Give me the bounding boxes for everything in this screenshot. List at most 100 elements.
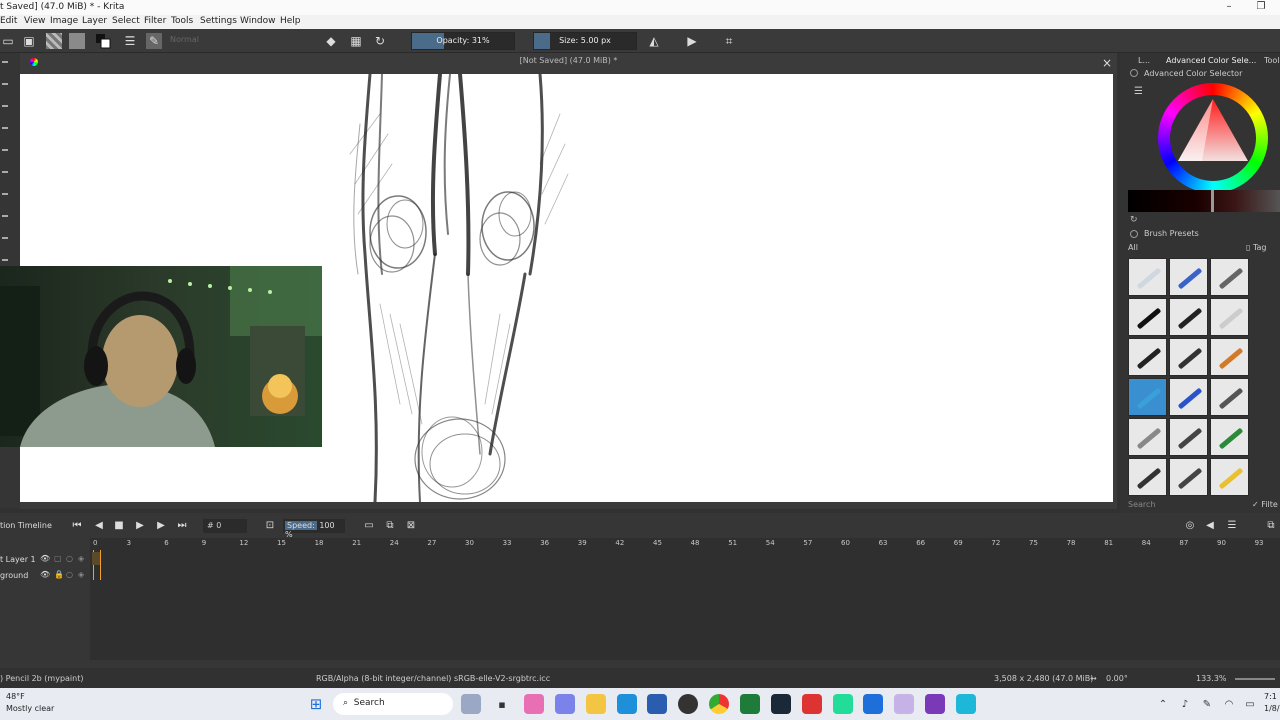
weather-desc[interactable]: Mostly clear	[6, 704, 54, 713]
menu-filter[interactable]: Filter	[144, 16, 166, 26]
current-frame-cell[interactable]	[92, 552, 100, 565]
rotation-icon[interactable]: ↔	[1090, 674, 1097, 683]
brush-preset-item[interactable]	[1128, 338, 1167, 376]
excel-icon[interactable]	[740, 694, 760, 714]
brush-preset-item[interactable]	[1210, 458, 1249, 496]
menu-view[interactable]: View	[24, 16, 45, 26]
brush-preset-item[interactable]	[1210, 298, 1249, 336]
duplicate-frame-icon[interactable]: ⧉	[383, 519, 397, 533]
pattern-icon[interactable]	[69, 33, 85, 49]
tool-icon[interactable]	[2, 215, 8, 217]
pin-icon[interactable]: ◈	[78, 570, 84, 579]
tab-tool[interactable]: Tool	[1264, 56, 1280, 65]
blend-mode-select[interactable]: Normal	[166, 35, 314, 49]
tag-button[interactable]: ▯ Tag	[1246, 243, 1280, 255]
timeline-layer-row[interactable]: t Layer 1 👁 ▢ ○ ◈	[0, 553, 90, 568]
brush-preset-item[interactable]	[1128, 298, 1167, 336]
eye-icon[interactable]: 👁	[40, 554, 50, 563]
tool-icon[interactable]	[2, 171, 8, 173]
minimize-icon[interactable]: –	[1218, 0, 1240, 15]
onion-icon[interactable]: ○	[66, 554, 73, 563]
copilot-icon[interactable]	[524, 694, 544, 714]
next-frame-icon[interactable]: ▶	[154, 519, 168, 533]
timeline-layer-row[interactable]: ground 👁 🔒 ○ ◈	[0, 569, 90, 584]
widget-icon[interactable]	[461, 694, 481, 714]
tab-layers[interactable]: L...	[1138, 56, 1150, 65]
tab-advanced-color[interactable]: Advanced Color Sele...	[1166, 56, 1256, 65]
menu-tools[interactable]: Tools	[171, 16, 193, 26]
open-icon[interactable]: ▭	[0, 33, 16, 49]
brush-preset-item[interactable]	[1169, 338, 1208, 376]
task-view-icon[interactable]: ▪	[492, 694, 512, 714]
lock-icon[interactable]: ▢	[54, 554, 62, 563]
size-slider[interactable]: Size: 5.00 px	[533, 32, 637, 50]
close-icon[interactable]: ×	[1100, 56, 1114, 70]
crop-icon[interactable]: ⌗	[721, 33, 737, 49]
tool-icon[interactable]	[2, 193, 8, 195]
timeline-menu-icon[interactable]: ☰	[1225, 519, 1239, 533]
steam-icon[interactable]	[771, 694, 791, 714]
brush-preset-item[interactable]	[1128, 378, 1167, 416]
brush-preset-item[interactable]	[1210, 338, 1249, 376]
docker-float-icon[interactable]	[1130, 230, 1138, 238]
clock-time[interactable]: 7:1	[1264, 692, 1277, 701]
onion-icon[interactable]: ○	[66, 570, 73, 579]
discord-icon[interactable]	[925, 694, 945, 714]
pen-icon[interactable]: ✎	[1197, 694, 1217, 714]
mirror-vertical-icon[interactable]: ▶	[684, 33, 700, 49]
clear-frame-icon[interactable]: ⊠	[404, 519, 418, 533]
wifi-icon[interactable]: ◠	[1219, 694, 1239, 714]
zoom-slider[interactable]	[1235, 678, 1275, 680]
reload-icon[interactable]: ↻	[372, 33, 388, 49]
tool-icon[interactable]	[2, 61, 8, 63]
color-wheel[interactable]	[1158, 83, 1268, 193]
frames-area[interactable]	[90, 538, 1280, 660]
last-frame-icon[interactable]: ⏭	[175, 519, 189, 533]
tool-icon[interactable]	[2, 83, 8, 85]
tool-icon[interactable]	[2, 105, 8, 107]
brush-preset-item[interactable]	[1169, 458, 1208, 496]
brush-preset-item[interactable]	[1169, 298, 1208, 336]
onion-skin-icon[interactable]: ▭	[362, 519, 376, 533]
tool-icon[interactable]	[2, 127, 8, 129]
color-settings-icon[interactable]: ☰	[1134, 86, 1143, 97]
mirror-horizontal-icon[interactable]: ◭	[646, 33, 662, 49]
krita-icon[interactable]	[894, 694, 914, 714]
windows-start-icon[interactable]: ⊞	[306, 694, 326, 714]
menu-settings[interactable]: Settings	[200, 16, 237, 26]
save-icon[interactable]: ▣	[21, 33, 37, 49]
brush-preset-item[interactable]	[1128, 258, 1167, 296]
tool-icon[interactable]	[2, 149, 8, 151]
weather-temp[interactable]: 48°F	[6, 692, 25, 701]
dell-icon[interactable]	[678, 694, 698, 714]
brush-filter-select[interactable]: All	[1128, 243, 1228, 255]
brush-preset-item[interactable]	[1210, 258, 1249, 296]
play-icon[interactable]: ▶	[133, 519, 147, 533]
color-history-bar[interactable]	[1128, 190, 1280, 212]
brush-preset-item[interactable]	[1169, 378, 1208, 416]
teams-icon[interactable]	[555, 694, 575, 714]
brush-settings-icon[interactable]: ☰	[122, 33, 138, 49]
battery-icon[interactable]: ▭	[1240, 694, 1260, 714]
brush-preset-item[interactable]	[1210, 418, 1249, 456]
color-triangle[interactable]	[1172, 97, 1254, 179]
app-icon[interactable]	[956, 694, 976, 714]
brush-search-input[interactable]: Search	[1128, 500, 1248, 510]
gradient-icon[interactable]	[46, 33, 62, 49]
docker-float-icon[interactable]	[1130, 69, 1138, 77]
color-swap-icon[interactable]	[95, 33, 111, 49]
menu-select[interactable]: Select	[112, 16, 140, 26]
clock-date[interactable]: 1/8/	[1264, 704, 1280, 713]
brush-preset-item[interactable]	[1169, 258, 1208, 296]
frame-input[interactable]: # 0	[203, 519, 247, 533]
volume-icon[interactable]: ◀	[1203, 519, 1217, 533]
audio-icon[interactable]: ◎	[1183, 519, 1197, 533]
brush-preset-icon[interactable]: ✎	[146, 33, 162, 49]
stop-icon[interactable]: ■	[112, 519, 126, 533]
menu-layer[interactable]: Layer	[82, 16, 107, 26]
brush-preset-item[interactable]	[1128, 418, 1167, 456]
pin-icon[interactable]: ◈	[78, 554, 84, 563]
microphone-icon[interactable]: ♪	[1175, 694, 1195, 714]
taskbar-search[interactable]: ⌕ Search	[333, 693, 453, 715]
file-explorer-icon[interactable]	[586, 694, 606, 714]
